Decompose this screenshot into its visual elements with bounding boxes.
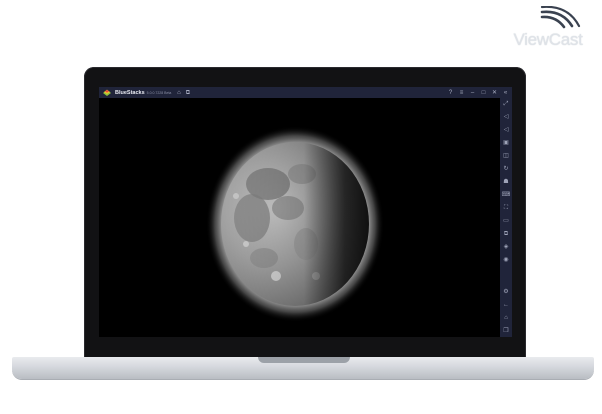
- settings-icon[interactable]: ⚙: [502, 288, 510, 296]
- home-icon[interactable]: ⌂: [174, 88, 183, 97]
- help-icon[interactable]: ?: [446, 88, 455, 97]
- rotate-icon[interactable]: ↻: [502, 165, 510, 173]
- layers-icon[interactable]: ◈: [502, 243, 510, 251]
- right-toolbar: ⤢ ◁ ◁ ▣ ◫ ↻ ☗ ⌨ ⛶ ▭ ⧉ ◈ ◉ ⚙ ← ⌂ ❐: [500, 98, 512, 337]
- shake-icon[interactable]: ☗: [502, 178, 510, 186]
- minimize-icon[interactable]: –: [468, 88, 477, 97]
- emulator-window: BlueStacks 5.0.0.7228 Beta ⌂ ⧉ ? ≡ – □ ✕…: [99, 87, 512, 337]
- maximize-icon[interactable]: □: [479, 88, 488, 97]
- keymapping-icon[interactable]: ⌨: [502, 191, 511, 199]
- recent-apps-icon[interactable]: ❐: [502, 327, 510, 335]
- back-icon[interactable]: ←: [502, 301, 510, 309]
- moon-image: [206, 126, 384, 322]
- screen-scale-icon[interactable]: ⛶: [502, 204, 510, 212]
- app-name: BlueStacks: [115, 89, 145, 96]
- close-icon[interactable]: ✕: [490, 88, 499, 97]
- collapse-sidebar-icon[interactable]: «: [501, 88, 510, 97]
- viewcast-watermark: ViewCast: [500, 6, 596, 50]
- multi-instance-icon[interactable]: ⧉: [183, 88, 192, 97]
- signal-waves-icon: [540, 6, 581, 29]
- volume-down-icon[interactable]: ◁: [502, 126, 510, 134]
- title-bar: BlueStacks 5.0.0.7228 Beta ⌂ ⧉ ? ≡ – □ ✕…: [99, 87, 512, 98]
- home-icon[interactable]: ⌂: [502, 314, 510, 322]
- laptop-notch: [258, 357, 350, 363]
- screenshot-icon[interactable]: ◫: [502, 152, 510, 160]
- screen-record-icon[interactable]: ▣: [502, 139, 510, 147]
- multi-instance-icon[interactable]: ⧉: [502, 230, 510, 238]
- bluestacks-logo-icon: [103, 89, 111, 96]
- app-content[interactable]: [99, 98, 500, 337]
- eco-mode-icon[interactable]: ◉: [502, 256, 510, 264]
- app-version: 5.0.0.7228 Beta: [146, 90, 172, 95]
- volume-up-icon[interactable]: ◁: [502, 113, 510, 121]
- menu-icon[interactable]: ≡: [457, 88, 466, 97]
- fullscreen-icon[interactable]: ⤢: [502, 100, 510, 108]
- folder-icon[interactable]: ▭: [502, 217, 510, 225]
- watermark-brand: ViewCast: [513, 30, 583, 49]
